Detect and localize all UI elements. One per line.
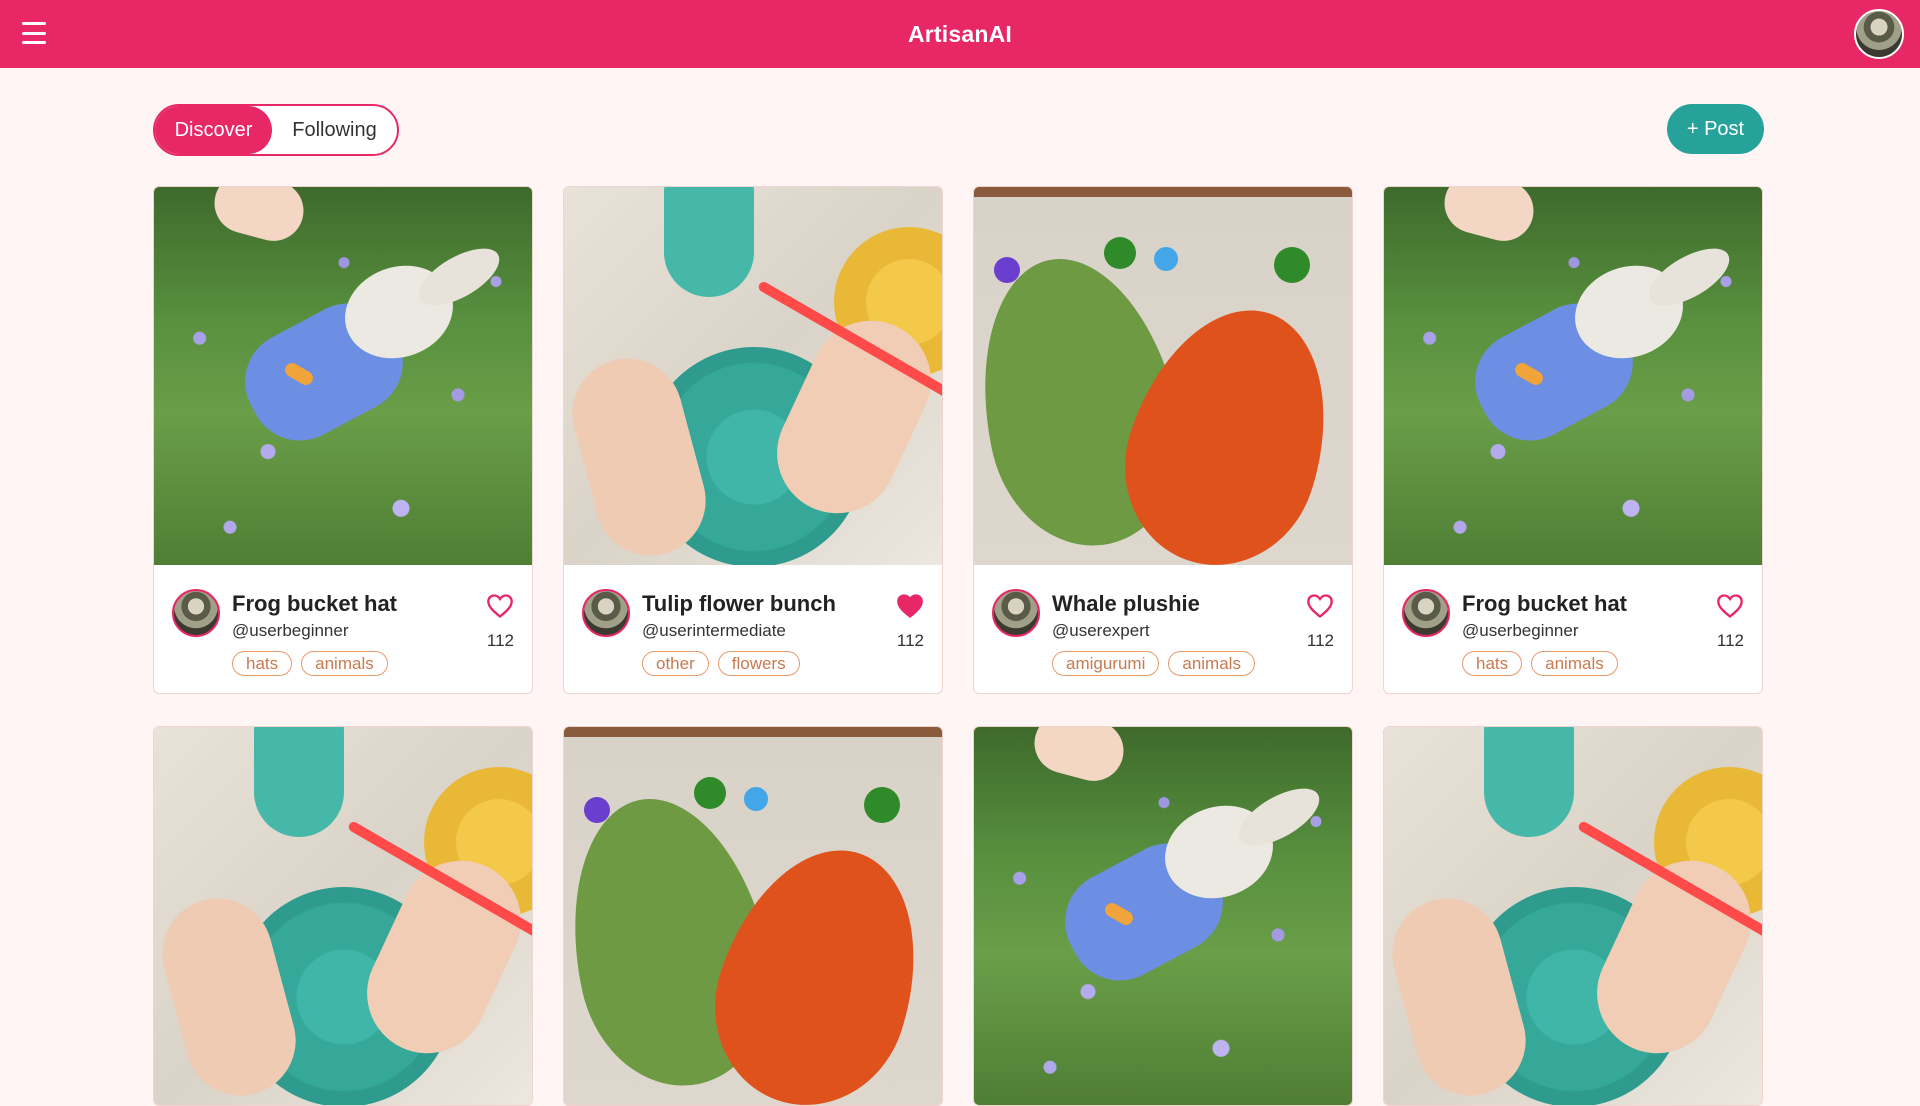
post-image[interactable] <box>154 187 532 565</box>
post-title: Frog bucket hat <box>232 591 398 616</box>
tag-list: hats animals <box>232 651 388 676</box>
post-card[interactable]: Tulip flower bunch @userintermediate oth… <box>563 186 943 694</box>
post-image[interactable] <box>564 727 942 1105</box>
post-author[interactable]: @userexpert <box>1052 621 1150 641</box>
post-card[interactable]: Frog bucket hat @userbeginner hats anima… <box>153 186 533 694</box>
tag-chip[interactable]: animals <box>1168 651 1255 676</box>
author-avatar[interactable] <box>1402 589 1450 637</box>
post-card[interactable]: Frog bucket hat @userbeginner hats anima… <box>1383 186 1763 694</box>
post-details: Tulip flower bunch @userintermediate oth… <box>564 565 942 693</box>
post-details: Frog bucket hat @userbeginner hats anima… <box>1384 565 1762 693</box>
user-avatar[interactable] <box>1854 9 1904 59</box>
post-card[interactable] <box>973 726 1353 1106</box>
tab-following[interactable]: Following <box>272 106 397 154</box>
post-card[interactable]: Whale plushie @userexpert amigurumi anim… <box>973 186 1353 694</box>
post-image[interactable] <box>154 727 532 1105</box>
tag-list: hats animals <box>1462 651 1618 676</box>
app-title: ArtisanAI <box>907 20 1013 47</box>
post-author[interactable]: @userbeginner <box>232 621 349 641</box>
post-author[interactable]: @userintermediate <box>642 621 786 641</box>
post-title: Whale plushie <box>1052 591 1200 616</box>
tag-chip[interactable]: flowers <box>717 651 800 676</box>
post-title: Tulip flower bunch <box>642 591 836 616</box>
author-avatar[interactable] <box>582 589 630 637</box>
post-card[interactable] <box>153 726 533 1106</box>
tag-chip[interactable]: animals <box>301 651 388 676</box>
author-avatar[interactable] <box>992 589 1040 637</box>
post-button[interactable]: + Post <box>1667 104 1764 154</box>
tag-chip[interactable]: amigurumi <box>1052 651 1160 676</box>
menu-icon[interactable] <box>22 22 46 44</box>
tab-discover[interactable]: Discover <box>155 106 272 154</box>
tag-chip[interactable]: other <box>642 651 709 676</box>
post-details: Whale plushie @userexpert amigurumi anim… <box>974 565 1352 693</box>
feed-toggle: Discover Following <box>153 104 399 156</box>
post-image[interactable] <box>974 727 1352 1105</box>
like-count: 112 <box>1306 631 1334 650</box>
like-count: 112 <box>1716 631 1744 650</box>
post-card[interactable] <box>1383 726 1763 1106</box>
tag-chip[interactable]: hats <box>232 651 293 676</box>
heart-outline-icon[interactable] <box>1716 593 1744 619</box>
post-image[interactable] <box>1384 727 1762 1105</box>
post-image[interactable] <box>564 187 942 565</box>
post-card[interactable] <box>563 726 943 1106</box>
tag-chip[interactable]: hats <box>1462 651 1523 676</box>
top-app-bar: ArtisanAI <box>0 0 1920 68</box>
author-avatar[interactable] <box>172 589 220 637</box>
tag-list: other flowers <box>642 651 800 676</box>
post-title: Frog bucket hat <box>1462 591 1628 616</box>
like-count: 112 <box>896 631 924 650</box>
tag-chip[interactable]: animals <box>1531 651 1618 676</box>
tag-list: amigurumi animals <box>1052 651 1255 676</box>
heart-outline-icon[interactable] <box>486 593 514 619</box>
heart-filled-icon[interactable] <box>896 593 924 619</box>
post-grid: Frog bucket hat @userbeginner hats anima… <box>153 186 1765 1106</box>
like-count: 112 <box>486 631 514 650</box>
post-image[interactable] <box>974 187 1352 565</box>
heart-outline-icon[interactable] <box>1306 593 1334 619</box>
post-image[interactable] <box>1384 187 1762 565</box>
post-author[interactable]: @userbeginner <box>1462 621 1579 641</box>
post-details: Frog bucket hat @userbeginner hats anima… <box>154 565 532 693</box>
